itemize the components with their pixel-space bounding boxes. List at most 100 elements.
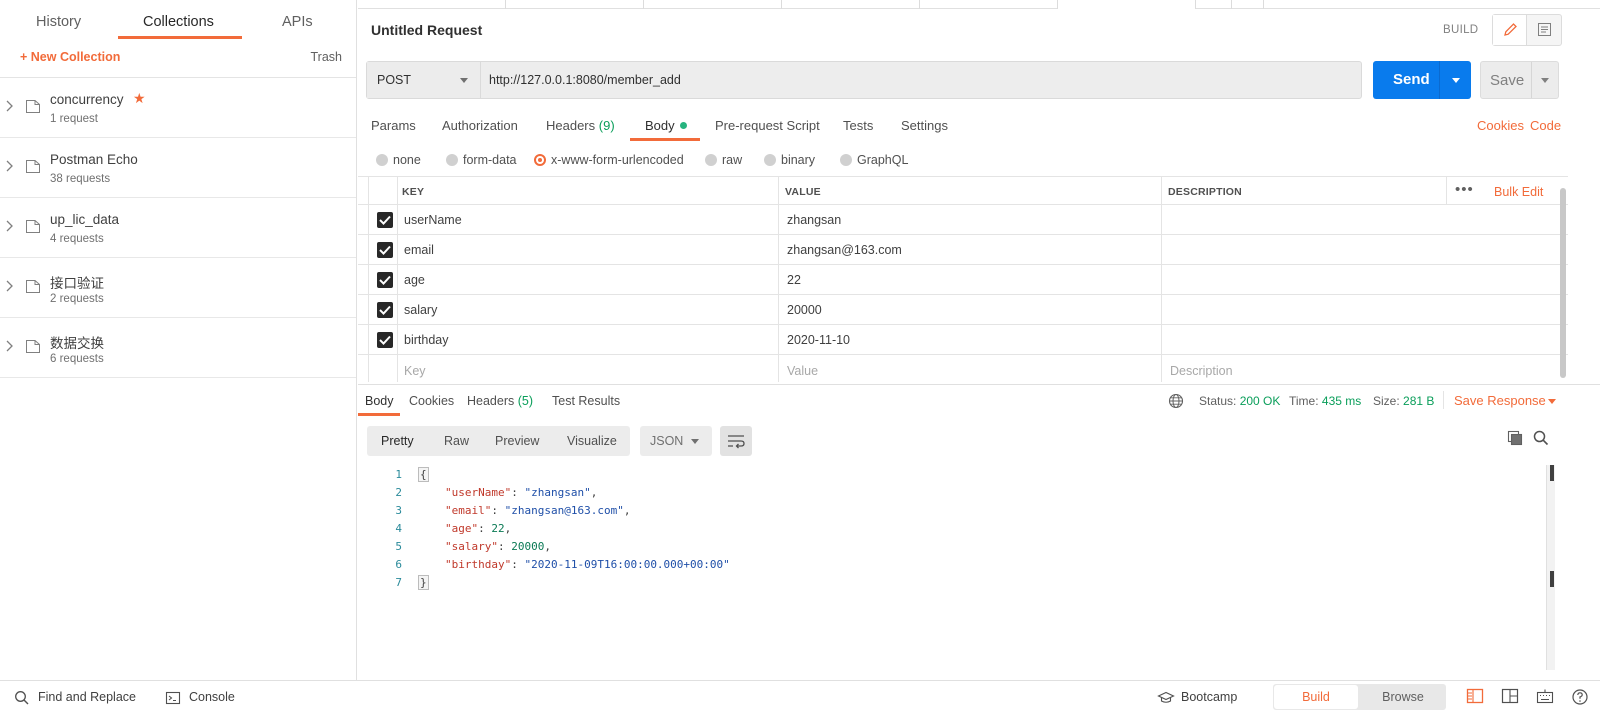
row-key[interactable]: birthday [404,333,448,347]
more-options-icon[interactable]: ••• [1455,181,1474,198]
tab-params[interactable]: Params [371,118,416,133]
trash-button[interactable]: Trash [311,50,343,64]
view-preview[interactable]: Preview [495,434,539,448]
tab-apis[interactable]: APIs [282,14,313,30]
request-tab-edge[interactable] [644,0,782,9]
request-tab-edge[interactable] [1058,0,1196,9]
json-key: "email" [445,504,492,517]
request-tab-edge[interactable] [1232,0,1264,9]
folder-icon [26,160,40,173]
tab-prerequest-script[interactable]: Pre-request Script [715,118,820,133]
tab-tests[interactable]: Tests [843,118,873,133]
response-body-code[interactable]: 1 { 2 "userName": "zhangsan", 3 "email":… [358,465,1538,671]
console-button[interactable]: Console [165,690,255,708]
checkbox-checked[interactable] [377,332,393,348]
bootcamp-button[interactable]: Bootcamp [1157,690,1257,708]
view-pretty[interactable]: Pretty [381,434,414,448]
collection-item[interactable]: 接口验证 2 requests [0,258,356,318]
copy-icon[interactable] [1507,430,1523,446]
collection-item[interactable]: Postman Echo 38 requests [0,138,356,198]
row-key[interactable]: userName [404,213,462,227]
browse-button[interactable]: Browse [1361,685,1445,709]
tab-test-results[interactable]: Test Results [552,394,620,408]
row-value[interactable]: zhangsan@163.com [787,243,902,257]
view-raw[interactable]: Raw [444,434,469,448]
caret-down-icon[interactable] [1548,399,1556,404]
two-pane-view-icon[interactable] [1466,688,1484,704]
view-visualize[interactable]: Visualize [567,434,617,448]
new-description-input[interactable]: Description [1170,364,1233,378]
request-tab-edge[interactable] [368,0,506,9]
tab-history[interactable]: History [36,14,81,30]
build-button[interactable]: Build [1274,685,1358,709]
scrollbar-thumb[interactable] [1550,465,1554,481]
new-value-input[interactable]: Value [787,364,818,378]
save-button[interactable]: Save [1480,61,1559,99]
save-response-button[interactable]: Save Response [1454,393,1546,408]
table-row-new: Key Value Description [358,355,1568,385]
split-pane-icon[interactable] [1501,688,1519,704]
request-tab-edge[interactable] [506,0,644,9]
tab-settings[interactable]: Settings [901,118,948,133]
row-value[interactable]: zhangsan [787,213,841,227]
request-tab-edge[interactable] [1196,0,1232,9]
collection-item[interactable]: concurrency ★ 1 request [0,78,356,138]
caret-down-icon[interactable] [1541,78,1549,83]
json-comma: , [544,540,551,553]
collection-item[interactable]: 数据交换 6 requests [0,318,356,378]
send-button[interactable]: Send [1373,61,1471,99]
url-input[interactable]: http://127.0.0.1:8080/member_add [489,73,681,87]
chevron-right-icon[interactable] [6,100,14,112]
chevron-right-icon[interactable] [6,340,14,352]
chevron-right-icon[interactable] [6,220,14,232]
check-icon [379,275,391,285]
tab-response-cookies[interactable]: Cookies [409,394,454,408]
row-value[interactable]: 2020-11-10 [787,333,850,347]
star-icon[interactable]: ★ [133,90,146,107]
scrollbar[interactable] [1546,465,1555,670]
globe-icon[interactable] [1168,393,1184,409]
format-select[interactable]: JSON [640,426,712,456]
help-icon[interactable] [1571,688,1589,706]
tab-body[interactable]: Body [645,118,687,133]
search-icon[interactable] [1533,430,1549,446]
radio-label: x-www-form-urlencoded [551,153,684,167]
scrollbar-thumb[interactable] [1550,571,1554,587]
tab-headers[interactable]: Headers (9) [546,118,615,133]
cookies-link[interactable]: Cookies [1477,118,1524,133]
row-value[interactable]: 22 [787,273,801,287]
wrap-lines-button[interactable] [720,426,752,456]
collection-item[interactable]: up_lic_data 4 requests [0,198,356,258]
checkbox-checked[interactable] [377,302,393,318]
request-title[interactable]: Untitled Request [371,22,482,38]
keyboard-shortcuts-icon[interactable] [1536,688,1554,704]
new-key-input[interactable]: Key [404,364,426,378]
line-number: 2 [395,486,402,499]
console-label: Console [189,690,235,704]
json-comma: , [504,522,512,535]
checkbox-checked[interactable] [377,242,393,258]
scrollbar[interactable] [1560,188,1566,378]
tab-authorization[interactable]: Authorization [442,118,518,133]
docs-mode-button[interactable] [1528,15,1562,45]
tab-response-headers[interactable]: Headers (5) [467,394,533,408]
find-replace-button[interactable]: Find and Replace [14,690,154,708]
request-tab-edge[interactable] [782,0,920,9]
bulk-edit-button[interactable]: Bulk Edit [1494,185,1543,199]
tab-response-body[interactable]: Body [365,394,394,408]
caret-down-icon[interactable] [1452,78,1460,83]
tab-collections[interactable]: Collections [143,14,214,30]
chevron-right-icon[interactable] [6,280,14,292]
chevron-right-icon[interactable] [6,160,14,172]
row-key[interactable]: email [404,243,434,257]
edit-mode-button[interactable] [1493,15,1527,45]
row-value[interactable]: 20000 [787,303,822,317]
new-collection-button[interactable]: + New Collection [20,50,120,64]
code-link[interactable]: Code [1530,118,1561,133]
row-key[interactable]: age [404,273,425,287]
request-tab-edge[interactable] [920,0,1058,9]
checkbox-checked[interactable] [377,212,393,228]
method-select[interactable]: POST [367,62,481,98]
checkbox-checked[interactable] [377,272,393,288]
row-key[interactable]: salary [404,303,437,317]
